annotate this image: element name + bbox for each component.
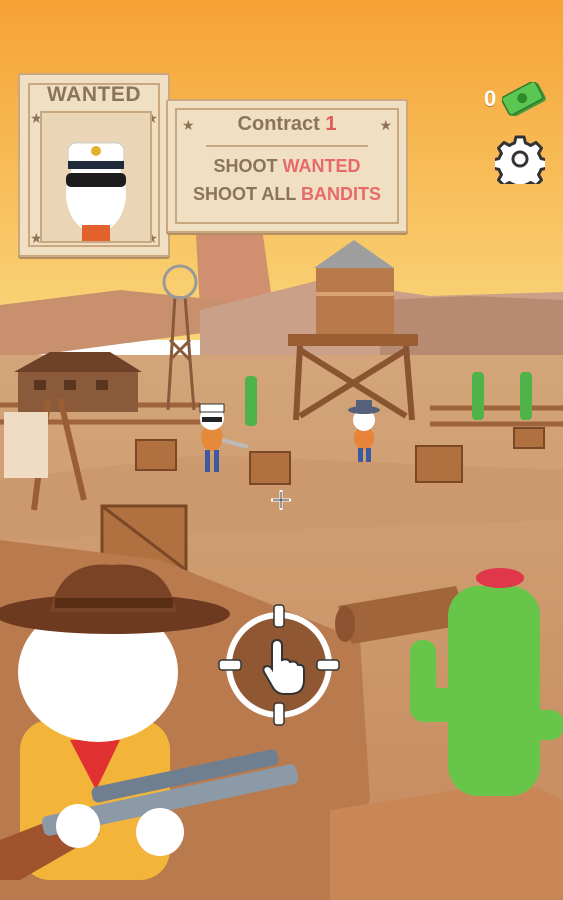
settings-button[interactable] — [491, 134, 549, 193]
wanted-portrait — [40, 111, 152, 243]
contract-number: 1 — [325, 113, 337, 135]
task-shoot-bandits: SHOOT ALL BANDITS — [168, 184, 406, 205]
contract-title: Contract 1 — [168, 113, 406, 136]
cash-count: 0 — [484, 86, 497, 111]
sign-board — [4, 412, 48, 478]
task-shoot-bandits-target: BANDITS — [301, 184, 381, 204]
contract-label: Contract — [237, 113, 320, 135]
task-shoot-wanted: SHOOT WANTED — [168, 156, 406, 177]
fire-button[interactable] — [216, 602, 342, 728]
gear-icon — [491, 135, 549, 193]
contract-divider — [206, 145, 368, 147]
task-shoot-wanted-target: WANTED — [282, 156, 361, 176]
task-shoot-bandits-prefix: SHOOT ALL — [192, 184, 296, 204]
fire-button-graphic — [218, 604, 340, 726]
contract-card: ★ ★ Contract 1 SHOOT WANTED SHOOT ALL BA… — [166, 99, 408, 233]
cash-icon — [502, 82, 547, 116]
cash-counter: 0 — [484, 82, 548, 116]
aim-crosshair — [270, 489, 292, 511]
task-shoot-wanted-prefix: SHOOT — [213, 156, 278, 176]
wanted-title: WANTED — [47, 83, 141, 106]
aim-crosshair-icon — [271, 490, 291, 510]
sailor-bandit-portrait-icon — [42, 113, 150, 241]
wanted-poster: WANTED ★ ★ ★ ★ — [18, 73, 170, 257]
